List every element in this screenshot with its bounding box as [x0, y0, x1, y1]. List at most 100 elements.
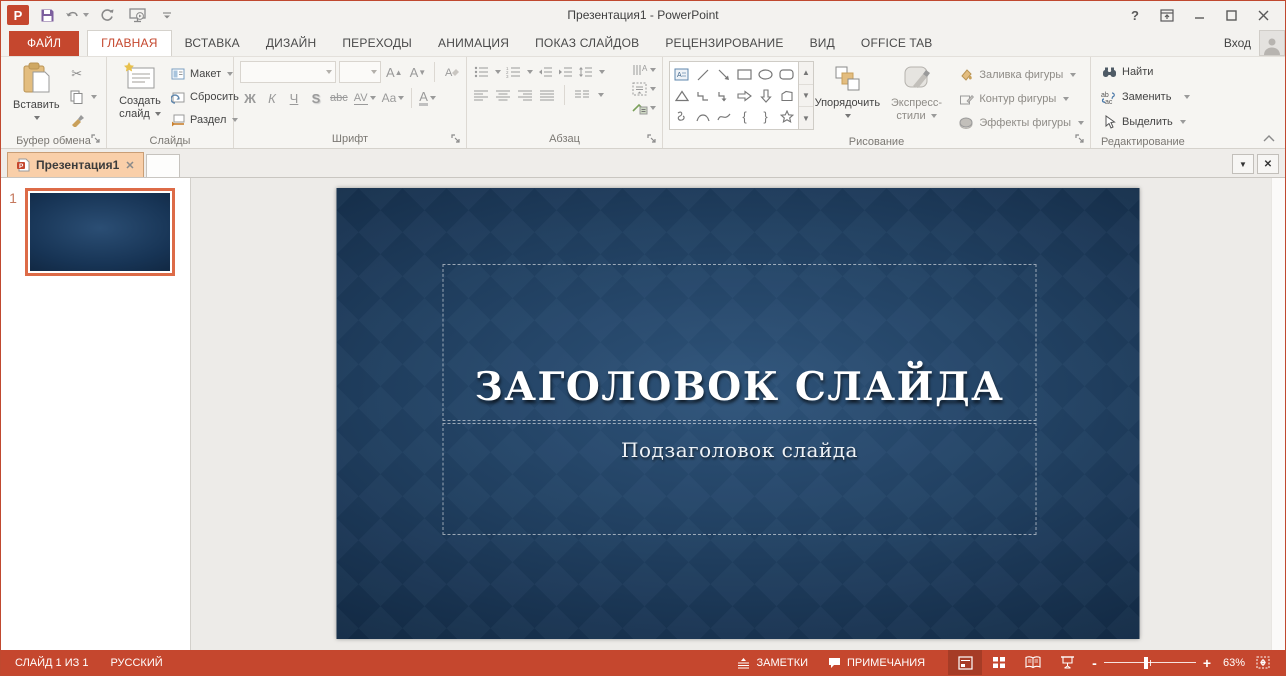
maximize-button[interactable] [1217, 4, 1245, 26]
shapes-scroll-up[interactable]: ▲ [799, 62, 813, 85]
strikethrough-button[interactable]: abc [328, 87, 350, 109]
numbering-caret[interactable] [527, 70, 533, 74]
shape-elbow-arrow-connector[interactable] [713, 85, 734, 106]
drawing-dialog-launcher[interactable] [1075, 134, 1086, 145]
shapes-more-button[interactable]: ▼ [799, 107, 813, 129]
font-dialog-launcher[interactable] [451, 134, 462, 145]
slide-counter[interactable]: СЛАЙД 1 ИЗ 1 [15, 650, 97, 675]
shape-oval[interactable] [755, 64, 776, 85]
editor-scrollbar[interactable] [1271, 178, 1285, 650]
view-slide-sorter-button[interactable] [982, 650, 1016, 675]
reset-button[interactable]: Сбросить [167, 86, 242, 108]
shape-text-box[interactable]: A [671, 64, 692, 85]
paste-button[interactable]: Вставить [7, 61, 66, 128]
paragraph-dialog-launcher[interactable] [647, 134, 658, 145]
new-slide-button[interactable]: Создать слайд [113, 61, 167, 124]
help-button[interactable]: ? [1121, 4, 1149, 26]
line-spacing-caret[interactable] [599, 70, 605, 74]
font-size-combo[interactable] [339, 61, 381, 83]
view-normal-button[interactable] [948, 650, 982, 675]
customize-qat-button[interactable] [155, 4, 179, 26]
shape-scribble[interactable] [671, 106, 692, 127]
redo-button[interactable] [95, 4, 119, 26]
align-center-button[interactable] [495, 87, 511, 103]
tab-insert[interactable]: ВСТАВКА [172, 31, 253, 56]
new-document-tab-button[interactable] [146, 154, 180, 177]
ribbon-display-options-button[interactable] [1153, 4, 1181, 26]
shape-right-brace[interactable]: } [755, 106, 776, 127]
replace-button[interactable]: abac Заменить [1101, 86, 1190, 108]
copy-button[interactable] [66, 86, 100, 108]
start-slideshow-button[interactable] [125, 4, 149, 26]
close-button[interactable] [1249, 4, 1277, 26]
columns-button[interactable] [574, 87, 590, 103]
view-reading-button[interactable] [1016, 650, 1050, 675]
decrease-indent-button[interactable] [537, 64, 553, 80]
document-tab-presentation1[interactable]: P Презентация1 ✕ [7, 152, 144, 177]
subtitle-placeholder[interactable]: Подзаголовок слайда [443, 423, 1037, 535]
shape-fill-button[interactable]: Заливка фигуры [958, 64, 1084, 86]
powerpoint-logo-icon[interactable]: P [7, 5, 29, 25]
shape-arc[interactable] [692, 106, 713, 127]
view-slideshow-button[interactable] [1050, 650, 1084, 675]
zoom-level[interactable]: 63% [1219, 657, 1249, 669]
align-left-button[interactable] [473, 87, 489, 103]
tab-file[interactable]: ФАЙЛ [9, 31, 79, 56]
shape-effects-button[interactable]: Эффекты фигуры [958, 112, 1084, 134]
align-right-button[interactable] [517, 87, 533, 103]
tab-animations[interactable]: АНИМАЦИЯ [425, 31, 522, 56]
change-case-button[interactable]: Aa [380, 87, 407, 109]
shapes-scroll-down[interactable]: ▼ [799, 85, 813, 108]
zoom-slider-thumb[interactable] [1144, 657, 1148, 669]
shape-freeform[interactable] [692, 85, 713, 106]
shape-corner[interactable] [776, 85, 797, 106]
shrink-font-button[interactable]: A▼ [408, 61, 429, 83]
layout-button[interactable]: Макет [167, 63, 242, 85]
grow-font-button[interactable]: A▲ [384, 61, 405, 83]
collapse-ribbon-button[interactable] [1263, 135, 1275, 142]
undo-button[interactable] [65, 4, 89, 26]
slide-thumbnail[interactable] [25, 188, 175, 276]
select-button[interactable]: Выделить [1101, 111, 1186, 133]
tab-view[interactable]: ВИД [797, 31, 848, 56]
shape-outline-button[interactable]: Контур фигуры [958, 88, 1084, 110]
comments-toggle-button[interactable]: ПРИМЕЧАНИЯ [817, 650, 934, 675]
sign-in-link[interactable]: Вход [1224, 36, 1251, 50]
arrange-button[interactable]: Упорядочить [820, 61, 875, 126]
justify-button[interactable] [539, 87, 555, 103]
clear-formatting-button[interactable]: A [441, 61, 461, 83]
tab-office-tab[interactable]: OFFICE TAB [848, 31, 946, 56]
notes-toggle-button[interactable]: ЗАМЕТКИ [727, 650, 818, 675]
language-indicator[interactable]: РУССКИЙ [101, 650, 171, 675]
shape-rounded-rectangle[interactable] [776, 64, 797, 85]
slide-canvas[interactable]: ЗАГОЛОВОК СЛАЙДА Подзаголовок слайда [337, 188, 1140, 639]
tab-transitions[interactable]: ПЕРЕХОДЫ [329, 31, 425, 56]
section-button[interactable]: Раздел [167, 109, 242, 131]
shape-left-brace[interactable]: { [734, 106, 755, 127]
font-color-button[interactable]: А [417, 87, 438, 109]
align-text-button[interactable] [632, 81, 656, 97]
zoom-out-button[interactable]: - [1092, 658, 1097, 668]
quick-styles-button[interactable]: Экспресс-стили [881, 61, 953, 126]
columns-caret[interactable] [598, 93, 604, 97]
shape-line[interactable] [692, 64, 713, 85]
close-document-button[interactable]: ✕ [1257, 154, 1279, 174]
shape-star[interactable] [776, 106, 797, 127]
tab-list-dropdown-button[interactable]: ▼ [1232, 154, 1254, 174]
zoom-in-button[interactable]: + [1203, 658, 1211, 668]
fit-slide-to-window-button[interactable] [1249, 650, 1277, 675]
increase-indent-button[interactable] [557, 64, 573, 80]
numbering-button[interactable]: 123 [505, 64, 521, 80]
tab-design[interactable]: ДИЗАЙН [253, 31, 330, 56]
undo-dropdown-caret[interactable] [83, 13, 89, 17]
tab-slideshow[interactable]: ПОКАЗ СЛАЙДОВ [522, 31, 652, 56]
shape-triangle[interactable] [671, 85, 692, 106]
bold-button[interactable]: Ж [240, 87, 260, 109]
shape-arrow[interactable] [713, 64, 734, 85]
convert-to-smartart-button[interactable] [632, 100, 656, 116]
minimize-button[interactable] [1185, 4, 1213, 26]
title-placeholder[interactable]: ЗАГОЛОВОК СЛАЙДА [443, 264, 1037, 421]
font-name-combo[interactable] [240, 61, 336, 83]
document-tab-close-icon[interactable]: ✕ [125, 159, 134, 172]
shape-rectangle[interactable] [734, 64, 755, 85]
